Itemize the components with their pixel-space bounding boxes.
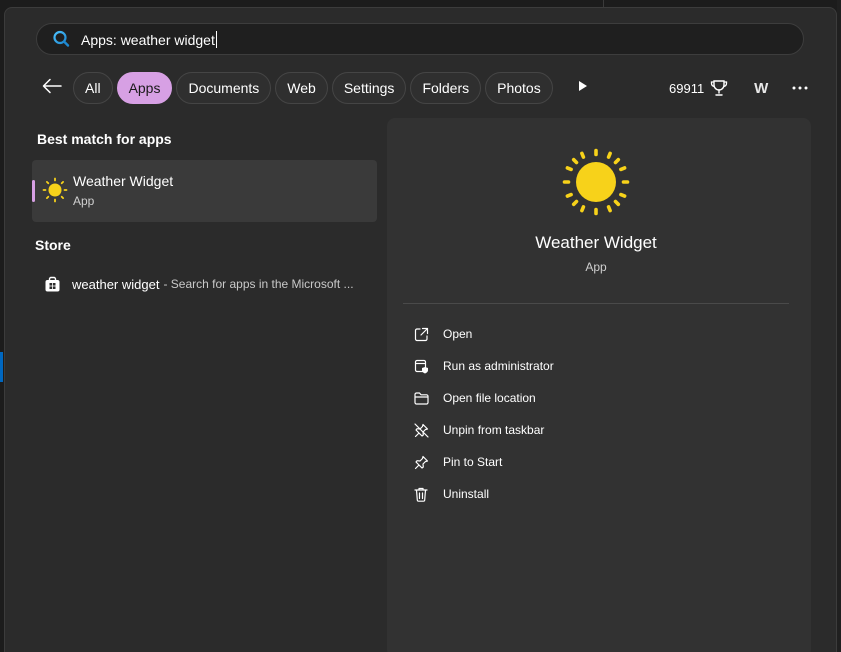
pin-icon — [413, 454, 429, 470]
action-unpin-from-taskbar[interactable]: Unpin from taskbar — [413, 420, 544, 440]
filter-chip-apps[interactable]: Apps — [116, 72, 173, 104]
action-open[interactable]: Open — [413, 324, 472, 344]
account-avatar[interactable]: W — [750, 77, 772, 99]
action-label: Uninstall — [443, 487, 490, 501]
action-label: Run as administrator — [443, 359, 554, 373]
search-icon — [51, 29, 71, 49]
open-external-icon — [413, 326, 429, 342]
back-arrow-icon — [42, 78, 62, 99]
action-label: Pin to Start — [443, 455, 503, 469]
search-input[interactable]: Apps: weather widget — [81, 30, 217, 48]
action-pin-to-start[interactable]: Pin to Start — [413, 452, 502, 472]
filter-bar: All Apps Documents Web Settings Folders … — [36, 72, 597, 104]
best-match-type: App — [73, 194, 95, 208]
more-filters-button[interactable] — [569, 72, 597, 104]
store-result[interactable]: weather widget - Search for apps in the … — [44, 274, 374, 294]
background-edge — [837, 0, 841, 652]
account-tools: 69911 W — [669, 72, 810, 104]
filter-chip-folders[interactable]: Folders — [410, 72, 482, 104]
action-open-file-location[interactable]: Open file location — [413, 388, 536, 408]
best-match-heading: Best match for apps — [37, 131, 172, 147]
back-button[interactable] — [36, 72, 68, 104]
filter-chip-documents[interactable]: Documents — [176, 72, 272, 104]
background-accent-strip — [0, 352, 3, 382]
store-result-description: - Search for apps in the Microsoft ... — [163, 277, 354, 291]
filter-chip-all[interactable]: All — [73, 72, 113, 104]
details-title: Weather Widget — [535, 233, 657, 252]
rewards-points[interactable]: 69911 — [669, 81, 704, 96]
trophy-icon[interactable] — [710, 79, 728, 97]
trash-icon — [413, 486, 429, 502]
action-label: Unpin from taskbar — [443, 423, 545, 437]
action-run-as-administrator[interactable]: Run as administrator — [413, 356, 554, 376]
store-result-name: weather widget — [72, 276, 160, 292]
filter-chip-photos[interactable]: Photos — [485, 72, 553, 104]
sun-icon — [42, 177, 68, 203]
filter-chip-settings[interactable]: Settings — [331, 72, 407, 104]
unpin-icon — [413, 422, 429, 438]
details-subtitle: App — [585, 260, 607, 274]
search-box[interactable]: Apps: weather widget — [36, 23, 804, 55]
more-options-icon[interactable] — [790, 78, 810, 98]
best-match-name: Weather Widget — [73, 173, 174, 189]
details-pane: Weather Widget App Open Run as administr… — [387, 118, 811, 652]
action-label: Open — [443, 327, 473, 341]
text-caret — [215, 30, 217, 48]
store-heading: Store — [35, 237, 71, 253]
folder-icon — [413, 390, 429, 406]
play-icon — [578, 79, 588, 97]
shield-window-icon — [413, 358, 429, 374]
sun-icon — [562, 148, 630, 216]
action-label: Open file location — [443, 391, 536, 405]
filter-chip-web[interactable]: Web — [275, 72, 328, 104]
best-match-result[interactable]: Weather Widget App — [32, 160, 377, 222]
details-divider — [403, 303, 789, 304]
store-icon — [44, 276, 61, 293]
action-uninstall[interactable]: Uninstall — [413, 484, 489, 504]
selection-indicator — [32, 180, 35, 202]
